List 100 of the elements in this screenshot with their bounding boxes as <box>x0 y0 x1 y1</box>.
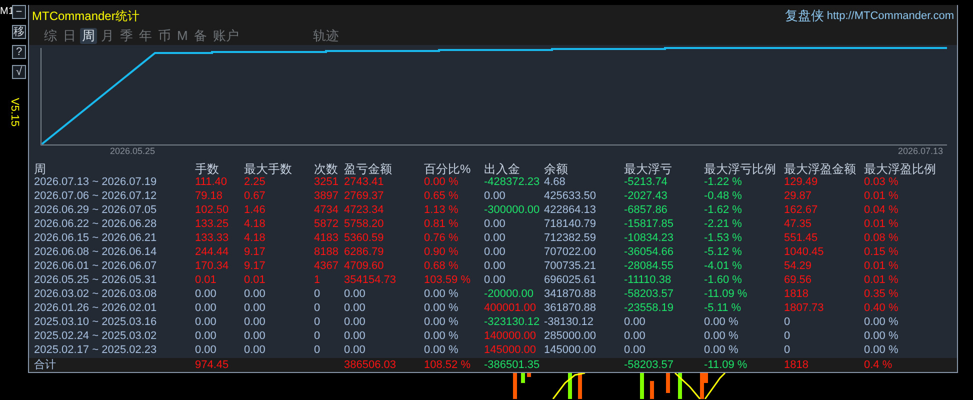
table-cell: 422864.13 <box>544 203 596 217</box>
table-cell: 79.18 <box>195 189 223 203</box>
side-button[interactable]: ? <box>12 45 26 59</box>
table-cell: -2.21 % <box>704 217 742 231</box>
table-cell: 0.00 <box>484 259 506 273</box>
table-cell: -23558.19 <box>624 301 674 315</box>
table-cell: -6857.86 <box>624 203 668 217</box>
table-cell: 0.00 <box>484 217 506 231</box>
side-button[interactable]: − <box>12 5 26 19</box>
table-cell: 0.00 % <box>424 329 458 343</box>
table-cell: 0.00 <box>195 343 216 357</box>
table-cell: 0.15 % <box>864 245 898 259</box>
table-cell: 2026.05.25 ~ 2026.05.31 <box>34 273 157 287</box>
tab[interactable]: 月 <box>99 28 116 44</box>
table-cell: 54.29 <box>784 259 812 273</box>
table-cell: 133.25 <box>195 217 229 231</box>
table-cell: 0.00 <box>484 245 506 259</box>
axis-label: 2026.05.25 <box>110 146 156 158</box>
table-cell: -5.12 % <box>704 245 742 259</box>
table-cell: 1.13 % <box>424 203 458 217</box>
table-cell: -428372.23 <box>484 175 540 189</box>
table-cell: -1.53 % <box>704 231 742 245</box>
table-cell: -2027.43 <box>624 189 668 203</box>
table-cell: 9.17 <box>244 245 266 259</box>
table-cell: -4.01 % <box>704 259 742 273</box>
table-cell: 2026.06.01 ~ 2026.06.07 <box>34 259 157 273</box>
table-cell: -300000.00 <box>484 203 540 217</box>
tab[interactable]: 备 <box>192 28 209 44</box>
tab[interactable]: 综 <box>42 28 59 44</box>
table-cell: 0.00 <box>344 315 366 329</box>
table-cell: -15817.85 <box>624 217 674 231</box>
table-cell: -36054.66 <box>624 245 674 259</box>
column-header: 余额 <box>544 161 568 177</box>
table-cell: 4709.60 <box>344 259 384 273</box>
table-cell: -0.48 % <box>704 189 742 203</box>
table-cell: 108.52 % <box>424 358 470 372</box>
table-cell: 0.00 % <box>704 315 738 329</box>
tab[interactable]: 日 <box>61 28 78 44</box>
side-button[interactable]: √ <box>12 65 26 79</box>
table-cell: 0.35 % <box>864 287 898 301</box>
table-cell: 354154.73 <box>344 273 396 287</box>
table-cell: 9.17 <box>244 259 266 273</box>
table-cell: 0.00 % <box>864 343 898 357</box>
side-button[interactable]: 移 <box>12 25 26 39</box>
table-cell: 145000.00 <box>544 343 596 357</box>
table-cell: 0.00 <box>624 343 646 357</box>
table-cell: -38130.12 <box>544 315 594 329</box>
table-cell: 0 <box>784 315 790 329</box>
table-cell: 0.00 <box>624 315 646 329</box>
tab[interactable]: 周 <box>80 28 97 44</box>
table-cell: 0 <box>314 315 320 329</box>
table-cell: 0.68 % <box>424 259 458 273</box>
table-cell: -386501.35 <box>484 358 540 372</box>
table-cell: 2026.06.29 ~ 2026.07.05 <box>34 203 157 217</box>
table-cell: 1040.45 <box>784 245 824 259</box>
table-cell: -11.09 % <box>704 287 748 301</box>
table-cell: 140000.00 <box>484 329 536 343</box>
table-cell: 4183 <box>314 231 338 245</box>
table-cell: 0 <box>784 329 790 343</box>
table-cell: 4367 <box>314 259 338 273</box>
tab[interactable]: 年 <box>137 28 154 44</box>
table-cell: 0.00 <box>244 343 266 357</box>
table-cell: 0.00 % <box>424 301 458 315</box>
table-cell: 2025.03.10 ~ 2025.03.16 <box>34 315 157 329</box>
table-cell: -5213.74 <box>624 175 668 189</box>
table-cell: 103.59 % <box>424 273 470 287</box>
table-cell: 0.01 <box>195 273 216 287</box>
table-cell: 5758.20 <box>344 217 384 231</box>
table-cell: 0 <box>314 343 320 357</box>
table-cell: 8188 <box>314 245 338 259</box>
table-cell: 0.01 % <box>864 217 898 231</box>
table-cell: 2026.06.08 ~ 2026.06.14 <box>34 245 157 259</box>
tab[interactable]: 轨迹 <box>310 28 341 44</box>
table-cell: 2026.01.26 ~ 2026.02.01 <box>34 301 157 315</box>
table-cell: 361870.88 <box>544 301 596 315</box>
tab[interactable]: M <box>175 28 190 44</box>
website-link[interactable]: http://MTCommander.com <box>826 8 954 24</box>
table-cell: 2026.06.15 ~ 2026.06.21 <box>34 231 157 245</box>
table-cell: 0.00 <box>484 189 506 203</box>
table-cell: 0.00 % <box>424 287 458 301</box>
table-cell: 0.01 % <box>864 273 898 287</box>
table-cell: 0.00 % <box>864 315 898 329</box>
table-cell: 0.00 <box>244 329 266 343</box>
table-cell: 0.00 <box>344 301 366 315</box>
table-cell: 0 <box>314 329 320 343</box>
table-cell: 69.56 <box>784 273 812 287</box>
table-cell: 2.25 <box>244 175 266 189</box>
table-cell: 0.00 % <box>864 329 898 343</box>
table-cell: 2026.03.02 ~ 2026.03.08 <box>34 287 157 301</box>
table-cell: 1818 <box>784 358 808 372</box>
table-cell: 2026.07.06 ~ 2026.07.12 <box>34 189 157 203</box>
tab[interactable]: 账户 <box>210 28 241 44</box>
column-header: 手数 <box>195 161 219 177</box>
table-cell: 718140.79 <box>544 217 596 231</box>
table-cell: 2769.37 <box>344 189 384 203</box>
table-cell: -11.09 % <box>704 358 748 372</box>
tab[interactable]: 币 <box>156 28 173 44</box>
table-cell: 0.01 % <box>864 189 898 203</box>
tab[interactable]: 季 <box>118 28 135 44</box>
column-header: 最大手数 <box>244 161 292 177</box>
